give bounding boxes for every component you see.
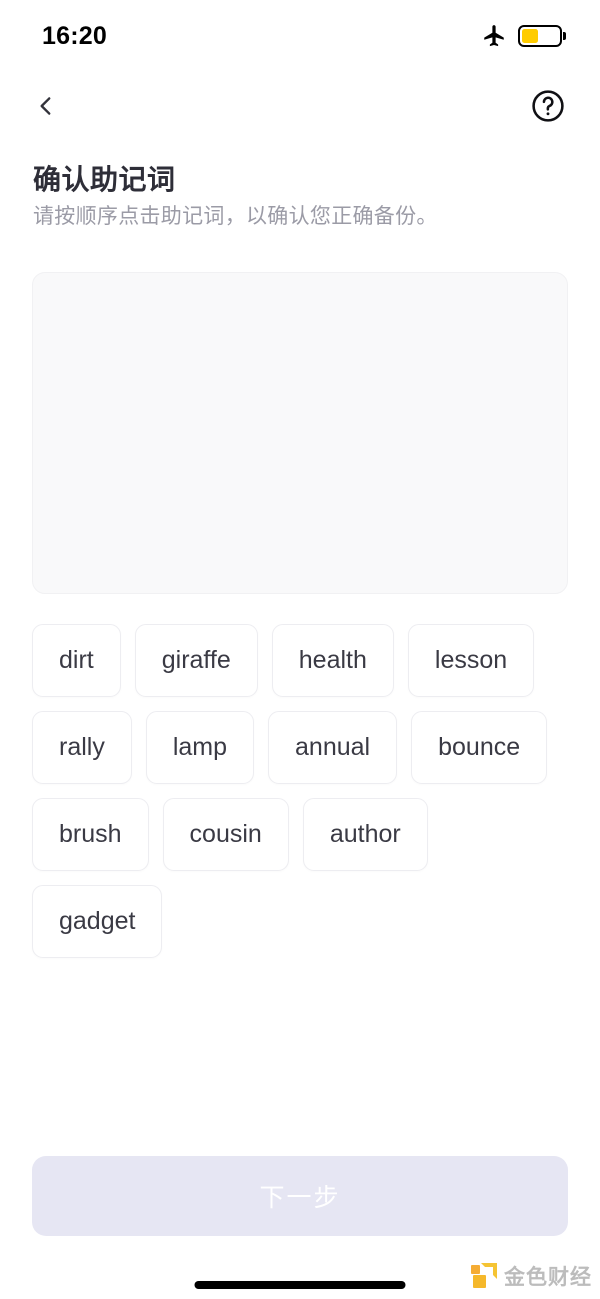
home-indicator[interactable] <box>194 1281 406 1289</box>
phone-screen: 16:20 确认助记词 请按顺序点击助记词，以确认您正确备份。 dirt gir… <box>0 0 600 1299</box>
help-button[interactable] <box>526 84 570 128</box>
word-chip[interactable]: dirt <box>32 624 121 697</box>
back-button[interactable] <box>24 84 68 128</box>
jinse-logo-icon <box>471 1263 497 1289</box>
word-chip[interactable]: cousin <box>162 798 289 871</box>
page-subtitle: 请按顺序点击助记词，以确认您正确备份。 <box>33 205 438 228</box>
next-button[interactable]: 下一步 <box>32 1156 568 1236</box>
word-chip[interactable]: lesson <box>407 624 535 697</box>
status-time: 16:20 <box>42 21 107 50</box>
word-chip[interactable]: rally <box>32 711 132 784</box>
word-chip[interactable]: health <box>271 624 394 697</box>
battery-icon <box>518 25 566 47</box>
word-chip[interactable]: author <box>302 798 428 871</box>
watermark: 金色财经 <box>471 1261 592 1291</box>
chevron-left-icon <box>40 97 51 115</box>
watermark-text: 金色财经 <box>504 1266 592 1289</box>
page-title: 确认助记词 <box>33 164 176 195</box>
help-circle-icon <box>532 90 564 122</box>
word-chip[interactable]: gadget <box>32 885 163 958</box>
word-pool: dirt giraffe health lesson rally lamp annual bo… <box>32 624 568 958</box>
word-chip[interactable]: lamp <box>145 711 255 784</box>
status-bar: 16:20 <box>0 0 600 72</box>
nav-bar <box>0 78 600 134</box>
word-chip[interactable]: bounce <box>411 711 548 784</box>
selected-words-list <box>33 273 567 309</box>
word-chip[interactable]: annual <box>268 711 398 784</box>
selected-words-box[interactable] <box>32 272 568 594</box>
word-chip[interactable]: brush <box>32 798 149 871</box>
status-indicators <box>481 23 566 49</box>
airplane-mode-icon <box>484 25 504 47</box>
word-chip[interactable]: giraffe <box>134 624 258 697</box>
